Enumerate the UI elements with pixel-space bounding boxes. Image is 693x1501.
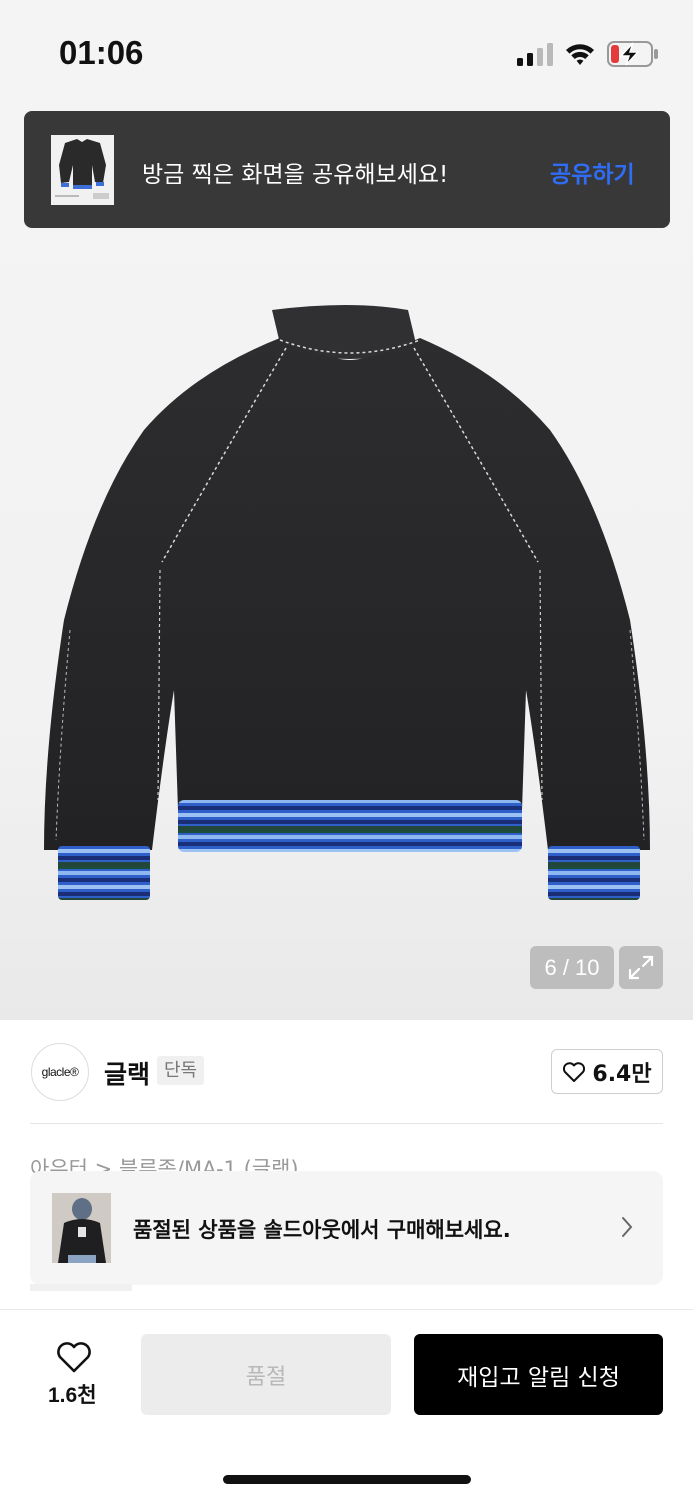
status-bar: 01:06 bbox=[0, 0, 693, 105]
share-button[interactable]: 공유하기 bbox=[550, 155, 635, 189]
home-indicator bbox=[223, 1475, 471, 1484]
exclusive-badge: 단독 bbox=[157, 1056, 205, 1085]
screenshot-thumbnail bbox=[51, 135, 114, 205]
wifi-icon bbox=[566, 44, 594, 65]
share-banner-message: 방금 찍은 화면을 공유해보세요! bbox=[142, 162, 449, 188]
image-counter: 6 / 10 bbox=[530, 946, 614, 989]
jacket-product-image bbox=[44, 305, 650, 900]
brand-like-button[interactable]: 6.4만 bbox=[551, 1049, 663, 1094]
battery-charging-icon bbox=[607, 41, 658, 67]
soldout-promo-banner[interactable]: 품절된 상품을 솔드아웃에서 구매해보세요. bbox=[30, 1171, 663, 1285]
wishlist-count: 1.6천 bbox=[48, 1384, 97, 1407]
restock-alert-button[interactable]: 재입고 알림 신청 bbox=[414, 1334, 663, 1415]
brand-like-count: 6.4만 bbox=[592, 1061, 652, 1087]
soldout-button[interactable]: 품절 bbox=[141, 1334, 391, 1415]
brand-logo-text: glacle® bbox=[41, 1065, 79, 1079]
divider bbox=[30, 1123, 663, 1124]
screenshot-share-banner[interactable]: 방금 찍은 화면을 공유해보세요! 공유하기 bbox=[24, 111, 670, 228]
fullscreen-button[interactable] bbox=[619, 946, 663, 989]
section-tab-indicator bbox=[30, 1284, 132, 1291]
status-time: 01:06 bbox=[59, 34, 144, 71]
brand-logo[interactable]: glacle® bbox=[31, 1043, 89, 1101]
brand-name[interactable]: 글랙 bbox=[104, 1055, 150, 1091]
heart-icon bbox=[563, 1061, 586, 1082]
chevron-right-icon bbox=[622, 1217, 633, 1237]
soldout-promo-message: 품절된 상품을 솔드아웃에서 구매해보세요. bbox=[133, 1218, 511, 1242]
soldout-model-thumbnail bbox=[52, 1193, 111, 1263]
cellular-signal-icon bbox=[517, 42, 555, 66]
wishlist-heart-icon[interactable] bbox=[55, 1340, 93, 1374]
product-image-gallery[interactable]: 01:06 방금 찍은 화면을 공유해보세요! 공유하기 6 / 10 bbox=[0, 0, 693, 1020]
expand-icon bbox=[628, 955, 654, 980]
